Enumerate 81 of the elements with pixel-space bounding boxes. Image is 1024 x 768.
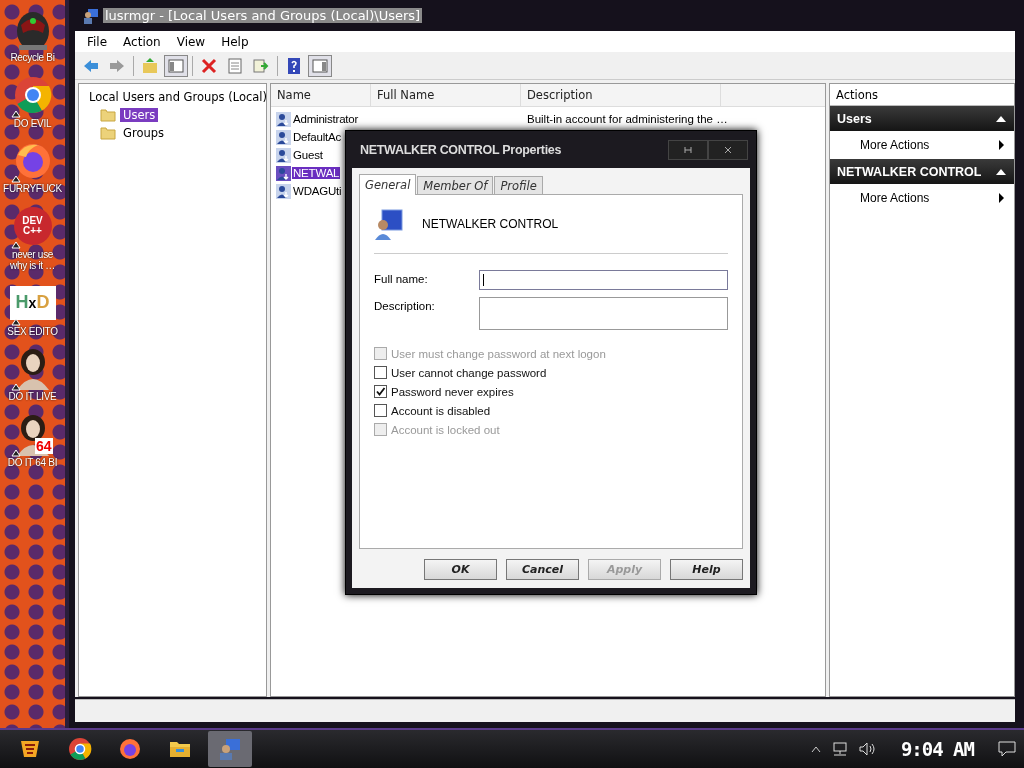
- checkbox[interactable]: [374, 404, 387, 417]
- delete-icon: [200, 56, 218, 75]
- folder-icon: [100, 126, 116, 140]
- description-field[interactable]: [479, 297, 728, 330]
- user-name-label: NETWALKER CONTROL: [422, 217, 559, 231]
- checkbox-label[interactable]: Account is disabled: [391, 404, 491, 417]
- show-hidden-icons-icon[interactable]: [810, 746, 821, 752]
- column-header[interactable]: Name: [271, 84, 371, 106]
- up-icon: [141, 56, 159, 75]
- tab[interactable]: Profile: [494, 176, 543, 194]
- desktop-icon-label[interactable]: DO EVIL: [13, 117, 52, 129]
- close-icon: [724, 145, 732, 154]
- clock[interactable]: 9:04 AM: [900, 738, 974, 760]
- collapse-icon[interactable]: [996, 168, 1006, 175]
- desktop-icon-label[interactable]: DO IT 64 BI: [7, 456, 58, 468]
- dev-cpp-icon[interactable]: DEV C++: [13, 206, 52, 245]
- action-section-header[interactable]: NETWALKER CONTROL: [830, 159, 1014, 184]
- dialog-title: NETWALKER CONTROL Properties: [359, 142, 562, 157]
- tree-icon: [167, 56, 185, 75]
- user-name[interactable]: DefaultAc: [292, 131, 343, 143]
- user-icon: [276, 147, 291, 163]
- tab[interactable]: General: [359, 174, 417, 195]
- volume-icon[interactable]: [858, 742, 877, 756]
- action-item[interactable]: More Actions: [860, 191, 930, 205]
- menu-item[interactable]: View: [168, 34, 214, 49]
- checkbox-label[interactable]: User cannot change password: [391, 366, 547, 379]
- tree-item[interactable]: Groups: [120, 126, 167, 140]
- field-label: Description:: [374, 299, 436, 312]
- table-cell-text: Built-in account for administering the …: [526, 113, 729, 125]
- network-icon[interactable]: [830, 742, 849, 756]
- user-computer-icon: [374, 208, 404, 240]
- action-section-header[interactable]: Users: [830, 106, 1014, 131]
- h-glyph-icon: [684, 145, 692, 154]
- hex-editor-icon[interactable]: HxD: [9, 285, 56, 320]
- user-icon: [276, 183, 291, 199]
- user-name[interactable]: NETWAL: [292, 167, 341, 179]
- user-name[interactable]: WDAGUti: [292, 185, 343, 197]
- dialog-button[interactable]: Help: [670, 559, 743, 580]
- pane-toolbar-button[interactable]: [308, 54, 332, 77]
- desktop-icon-label[interactable]: Recycle Bi: [10, 52, 55, 64]
- pane-icon: [311, 56, 329, 75]
- tree-toolbar-button[interactable]: [164, 54, 188, 77]
- user-icon: [276, 111, 291, 127]
- section-title: NETWALKER CONTROL: [837, 164, 982, 179]
- menu-item[interactable]: File: [79, 34, 116, 49]
- users-icon: [218, 737, 242, 761]
- tab[interactable]: Member Of: [417, 176, 494, 194]
- user-icon: [276, 129, 291, 145]
- firefox-icon: [118, 737, 142, 761]
- section-title: Users: [837, 111, 872, 126]
- submenu-arrow-icon: [999, 193, 1004, 203]
- window-title: lusrmgr - [Local Users and Groups (Local)\Users]: [103, 8, 423, 23]
- export-icon: [252, 56, 270, 75]
- column-header[interactable]: Description: [521, 84, 721, 106]
- firefox-icon[interactable]: [13, 141, 52, 179]
- menu-item[interactable]: Action: [115, 34, 169, 49]
- tree-item[interactable]: Local Users and Groups (Local): [86, 90, 271, 104]
- chrome-icon: [68, 737, 92, 761]
- dialog-button[interactable]: Cancel: [506, 559, 579, 580]
- checkbox-label[interactable]: Password never expires: [391, 385, 514, 398]
- user-icon: [276, 165, 291, 181]
- column-header[interactable]: Full Name: [371, 84, 521, 106]
- submenu-arrow-icon: [999, 140, 1004, 150]
- properties-icon: [226, 56, 244, 75]
- help-title-button[interactable]: [668, 139, 708, 160]
- chrome-icon[interactable]: [13, 75, 52, 114]
- checkbox[interactable]: [374, 366, 387, 379]
- field-label: Full name:: [374, 272, 429, 285]
- dialog-button[interactable]: OK: [424, 559, 497, 580]
- users-app-icon: [83, 7, 99, 24]
- user-name[interactable]: Administrator: [292, 113, 360, 125]
- menu-item[interactable]: Help: [213, 34, 257, 49]
- notifications-icon[interactable]: [998, 741, 1016, 757]
- checkbox[interactable]: [374, 385, 387, 398]
- tree-item[interactable]: Users: [120, 108, 159, 122]
- full-name-field[interactable]: [479, 270, 728, 290]
- action-item[interactable]: More Actions: [860, 138, 930, 152]
- help-icon: [285, 56, 303, 75]
- collapse-icon[interactable]: [996, 115, 1006, 122]
- user-name[interactable]: Guest: [292, 149, 324, 161]
- folder-icon: [100, 108, 116, 122]
